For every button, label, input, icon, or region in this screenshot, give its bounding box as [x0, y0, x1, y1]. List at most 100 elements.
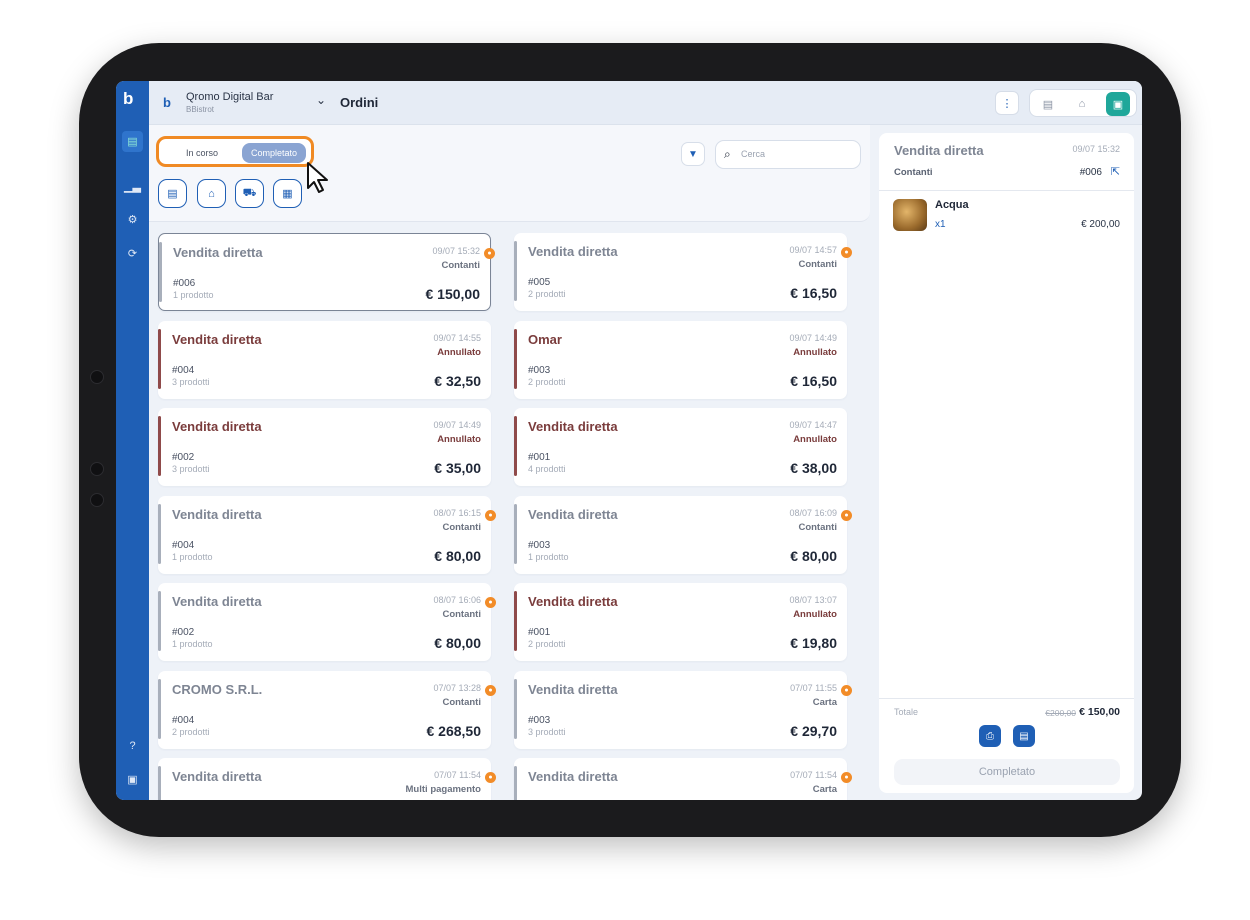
help-icon[interactable]: ? [122, 735, 143, 756]
status-bar [514, 679, 517, 739]
complete-button[interactable]: Completato [894, 759, 1120, 785]
share-icon[interactable]: ⇱ [1111, 165, 1120, 178]
total-final: € 150,00 [1079, 706, 1120, 718]
order-time: 09/07 14:49 [789, 333, 837, 343]
order-status: Contanti [442, 697, 481, 708]
order-products: 1 prodotto [172, 639, 213, 649]
delivery-filter-button[interactable]: ⛟ [235, 179, 264, 208]
settings-icon[interactable]: ⚙ [122, 209, 143, 230]
order-card[interactable]: Vendita diretta 07/07 11:54 Multi pagament… [158, 758, 496, 800]
status-bar [514, 416, 517, 476]
order-card[interactable]: CROMO S.R.L. 07/07 13:28 Contanti #004 2 pro… [158, 671, 496, 749]
app-screen: b ▤ ▁▃ ⚙ ⟳ ? ▣ b Qromo Digital Bar BBist… [116, 81, 1142, 800]
order-card[interactable]: Vendita diretta 07/07 11:54 Carta ● [514, 758, 852, 800]
venue-name[interactable]: Qromo Digital Bar [186, 91, 273, 103]
order-time: 07/07 11:55 [790, 683, 837, 693]
table-view-icon[interactable]: ⌂ [1070, 92, 1094, 116]
order-card[interactable]: Vendita diretta 09/07 14:47 Annullato #001 4… [514, 408, 847, 486]
order-status: Contanti [798, 522, 837, 533]
orders-grid: Vendita diretta 09/07 15:32 Contanti #006 1 … [149, 233, 870, 800]
order-number: #003 [528, 715, 551, 726]
direct-sale-filter-button[interactable]: ▤ [158, 179, 187, 208]
order-status: Carta [812, 784, 837, 795]
filter-icon[interactable]: ▼ [681, 142, 705, 166]
order-number: #003 [528, 365, 551, 376]
table-filter-button[interactable]: ⌂ [197, 179, 226, 208]
order-number: #004 [172, 365, 195, 376]
order-number: #004 [172, 715, 195, 726]
order-total: € 80,00 [434, 635, 481, 651]
tab-in-progress[interactable]: In corso [177, 143, 227, 163]
order-name: Vendita diretta [172, 332, 262, 347]
order-products: 3 prodotti [528, 727, 566, 737]
venue-subtitle: BBistrot [186, 105, 215, 114]
order-total: € 38,00 [790, 460, 837, 476]
order-card[interactable]: Vendita diretta 09/07 14:57 Contanti #005 2 … [514, 233, 852, 311]
marketing-icon[interactable]: ⟳ [122, 243, 143, 264]
sidebar: b ▤ ▁▃ ⚙ ⟳ ? ▣ [116, 81, 149, 800]
order-name: Vendita diretta [528, 507, 618, 522]
status-bar [158, 329, 161, 389]
order-number: #004 [172, 540, 195, 551]
tab-completed[interactable]: Completato [242, 143, 307, 163]
order-products: 4 prodotti [528, 464, 566, 474]
stats-icon[interactable]: ▁▃ [122, 176, 143, 197]
receipt-icon[interactable]: ▤ [1013, 725, 1035, 747]
order-time: 09/07 14:49 [433, 420, 481, 430]
order-status: Annullato [437, 347, 481, 358]
sensor-dot [90, 493, 104, 507]
status-bar [514, 329, 517, 389]
order-number: #005 [528, 277, 551, 288]
print-icon[interactable]: ⎙ [979, 725, 1001, 747]
user-badge-icon: ● [841, 510, 852, 521]
order-total: € 268,50 [426, 723, 482, 739]
user-badge-icon: ● [485, 685, 496, 696]
orders-icon[interactable]: ▤ [122, 131, 143, 152]
account-icon[interactable]: ▣ [122, 769, 143, 790]
order-products: 2 prodotti [528, 377, 566, 387]
order-time: 09/07 14:47 [789, 420, 837, 430]
order-card[interactable]: Vendita diretta 08/07 16:15 Contanti #004 1 … [158, 496, 496, 574]
order-products: 2 prodotti [528, 639, 566, 649]
total-original: €200,00 [1045, 708, 1076, 718]
order-card[interactable]: Vendita diretta 08/07 16:09 Contanti #003 1 … [514, 496, 852, 574]
order-card[interactable]: Vendita diretta 09/07 14:49 Annullato #002 3… [158, 408, 491, 486]
order-products: 2 prodotti [172, 727, 210, 737]
chevron-down-icon[interactable]: ⌄ [316, 93, 326, 107]
order-number: #003 [528, 540, 551, 551]
order-name: Vendita diretta [528, 682, 618, 697]
status-bar [158, 591, 161, 651]
order-card[interactable]: Vendita diretta 07/07 11:55 Carta #003 3 pro… [514, 671, 852, 749]
order-products: 3 prodotti [172, 464, 210, 474]
order-card[interactable]: Vendita diretta 09/07 14:55 Annullato #004 3… [158, 321, 491, 399]
order-name: Vendita diretta [172, 594, 262, 609]
status-bar [158, 766, 161, 800]
order-name: Vendita diretta [528, 594, 618, 609]
order-time: 09/07 14:57 [789, 245, 837, 255]
order-number: #002 [172, 627, 195, 638]
order-card[interactable]: Vendita diretta 08/07 13:07 Annullato #001 2… [514, 583, 847, 661]
topbar: b Qromo Digital Bar BBistrot ⌄ Ordini ⋮ … [149, 81, 1142, 125]
order-status: Annullato [437, 434, 481, 445]
detail-payment: Contanti [894, 167, 933, 178]
search-input[interactable]: ⌕ Cerca [715, 140, 861, 169]
takeaway-filter-button[interactable]: ▦ [273, 179, 302, 208]
status-segmented-control: In corso Completato [156, 136, 314, 167]
more-options-icon[interactable]: ⋮ [995, 91, 1019, 115]
product-price: € 200,00 [1081, 219, 1120, 230]
orders-view-icon[interactable]: ▣ [1106, 92, 1130, 116]
user-badge-icon: ● [485, 597, 496, 608]
order-time: 08/07 16:09 [789, 508, 837, 518]
list-view-icon[interactable]: ▤ [1036, 92, 1060, 116]
order-status: Contanti [442, 522, 481, 533]
order-time: 08/07 16:06 [433, 595, 481, 605]
order-card[interactable]: Vendita diretta 08/07 16:06 Contanti #002 1 … [158, 583, 496, 661]
order-status: Annullato [793, 347, 837, 358]
order-time: 07/07 11:54 [790, 770, 837, 780]
page-title: Ordini [340, 95, 379, 110]
order-card[interactable]: Vendita diretta 09/07 15:32 Contanti #006 1 … [158, 233, 495, 311]
order-card[interactable]: Omar 09/07 14:49 Annullato #003 2 prodotti € … [514, 321, 847, 399]
order-name: Vendita diretta [528, 769, 618, 784]
product-image [893, 199, 927, 231]
order-total: € 19,80 [790, 635, 837, 651]
